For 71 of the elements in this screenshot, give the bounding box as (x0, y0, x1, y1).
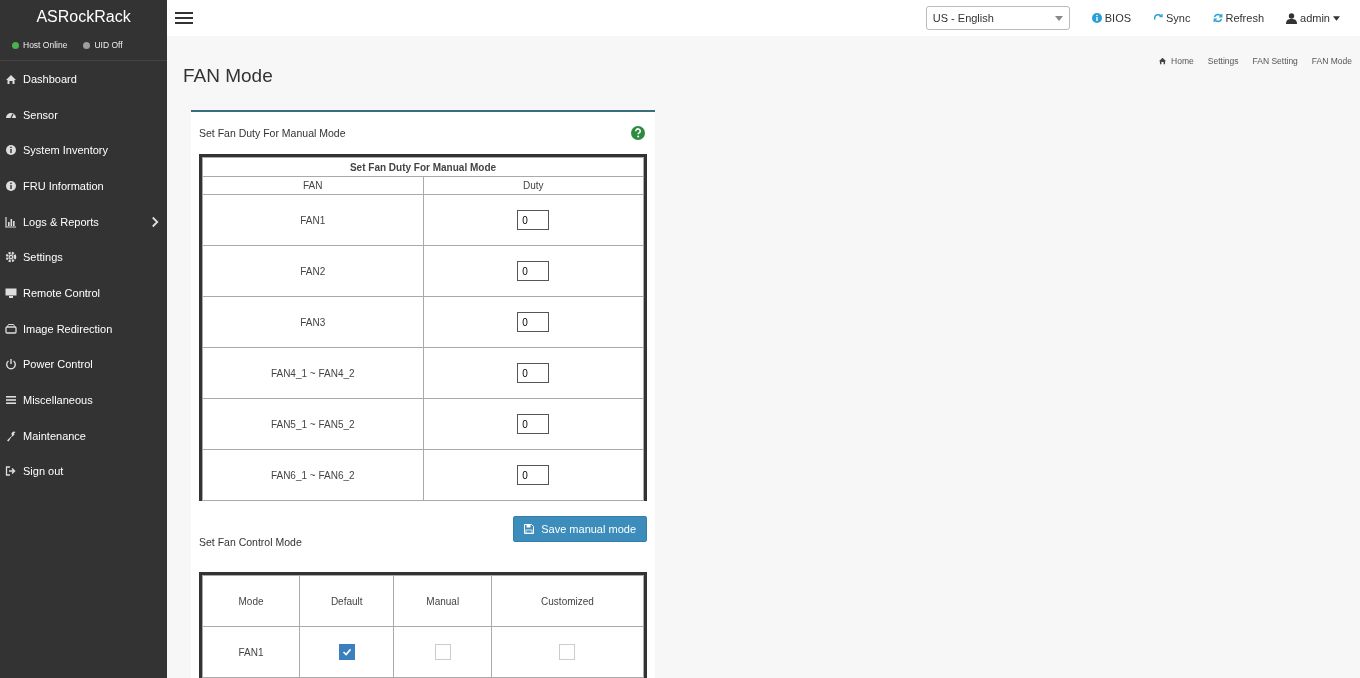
table-cell: FAN3 (202, 296, 423, 348)
duty-input[interactable]: 0 (517, 312, 550, 332)
breadcrumb-link[interactable]: Home (1158, 56, 1194, 66)
table-cell: FAN5_1 ~ FAN5_2 (202, 398, 423, 450)
breadcrumb-link[interactable]: Settings (1207, 56, 1239, 66)
duty-input[interactable]: 0 (517, 465, 550, 485)
save-manual-mode-button[interactable]: Save manual mode (513, 516, 647, 542)
checkbox[interactable] (434, 644, 451, 660)
table-cell: FAN1 (202, 626, 300, 678)
column-header: Customized (491, 575, 644, 627)
help-icon[interactable] (631, 126, 645, 140)
section-title: Set Fan Duty For Manual Mode (199, 127, 346, 139)
table-cell: FAN6_1 ~ FAN6_2 (202, 449, 423, 501)
list-icon (5, 394, 17, 407)
language-select[interactable]: US - English (925, 6, 1070, 30)
sidebar-item[interactable]: Maintenance (0, 417, 167, 454)
brand-logo: ASRockRack (35, 7, 132, 27)
sidebar-item[interactable]: Image Redirection (0, 310, 167, 347)
sidebar-item[interactable]: Sensor (0, 96, 167, 133)
column-header: Mode (202, 575, 300, 627)
power-icon (5, 358, 17, 371)
table-title: Set Fan Duty For Manual Mode (202, 157, 644, 177)
home-icon (1158, 57, 1168, 65)
refresh-icon (1212, 13, 1223, 23)
caret-icon (1333, 15, 1340, 21)
section-title: Set Fan Control Mode (198, 536, 303, 548)
wrench-icon (5, 429, 17, 442)
page-title: FAN Mode (183, 65, 273, 88)
monitor-icon (5, 286, 17, 299)
table-cell: FAN2 (202, 245, 423, 297)
toolbar-link[interactable]: BIOS (1091, 12, 1132, 24)
breadcrumb-link[interactable]: FAN Setting (1252, 56, 1298, 66)
duty-input[interactable]: 0 (517, 261, 550, 281)
info-icon (5, 179, 17, 192)
status-label: UID Off (94, 40, 123, 50)
status-label: Host Online (23, 40, 68, 50)
checkbox[interactable] (559, 644, 576, 660)
column-header: Duty (423, 176, 644, 195)
column-header: Manual (393, 575, 492, 627)
column-header: Default (299, 575, 394, 627)
toolbar-link[interactable]: Refresh (1212, 12, 1265, 24)
caret-icon (1054, 15, 1063, 21)
sign-out-icon (5, 465, 17, 478)
user-menu[interactable]: admin (1286, 12, 1340, 24)
user-icon (1286, 12, 1298, 24)
bar-chart-icon (5, 215, 17, 228)
sidebar-item[interactable]: Dashboard (0, 61, 167, 97)
duty-input[interactable]: 0 (517, 363, 550, 383)
settings-icon (5, 251, 17, 264)
sidebar-item[interactable]: System Inventory (0, 132, 167, 169)
sync-icon (1153, 13, 1164, 23)
duty-input[interactable]: 0 (517, 210, 550, 230)
menu-icon[interactable] (175, 11, 193, 25)
table-cell: FAN4_1 ~ FAN4_2 (202, 347, 423, 399)
duty-input[interactable]: 0 (517, 414, 550, 434)
checkbox[interactable] (338, 644, 355, 660)
sidebar-item[interactable]: Sign out (0, 453, 167, 490)
sidebar-item[interactable]: Settings (0, 239, 167, 276)
drive-icon (5, 322, 17, 335)
breadcrumb-link[interactable]: FAN Mode (1311, 56, 1352, 66)
table-cell: FAN1 (202, 194, 423, 246)
sidebar-item[interactable]: Miscellaneous (0, 382, 167, 418)
sidebar-item[interactable]: Power Control (0, 346, 167, 383)
home-icon (5, 72, 17, 85)
sidebar-item[interactable]: Logs & Reports (0, 203, 167, 240)
sidebar-item[interactable]: FRU Information (0, 168, 167, 204)
sidebar-item[interactable]: Remote Control (0, 275, 167, 311)
toolbar-link[interactable]: Sync (1153, 12, 1191, 24)
info-icon (1091, 13, 1102, 23)
column-header: FAN (202, 176, 423, 195)
info-icon (5, 144, 17, 157)
